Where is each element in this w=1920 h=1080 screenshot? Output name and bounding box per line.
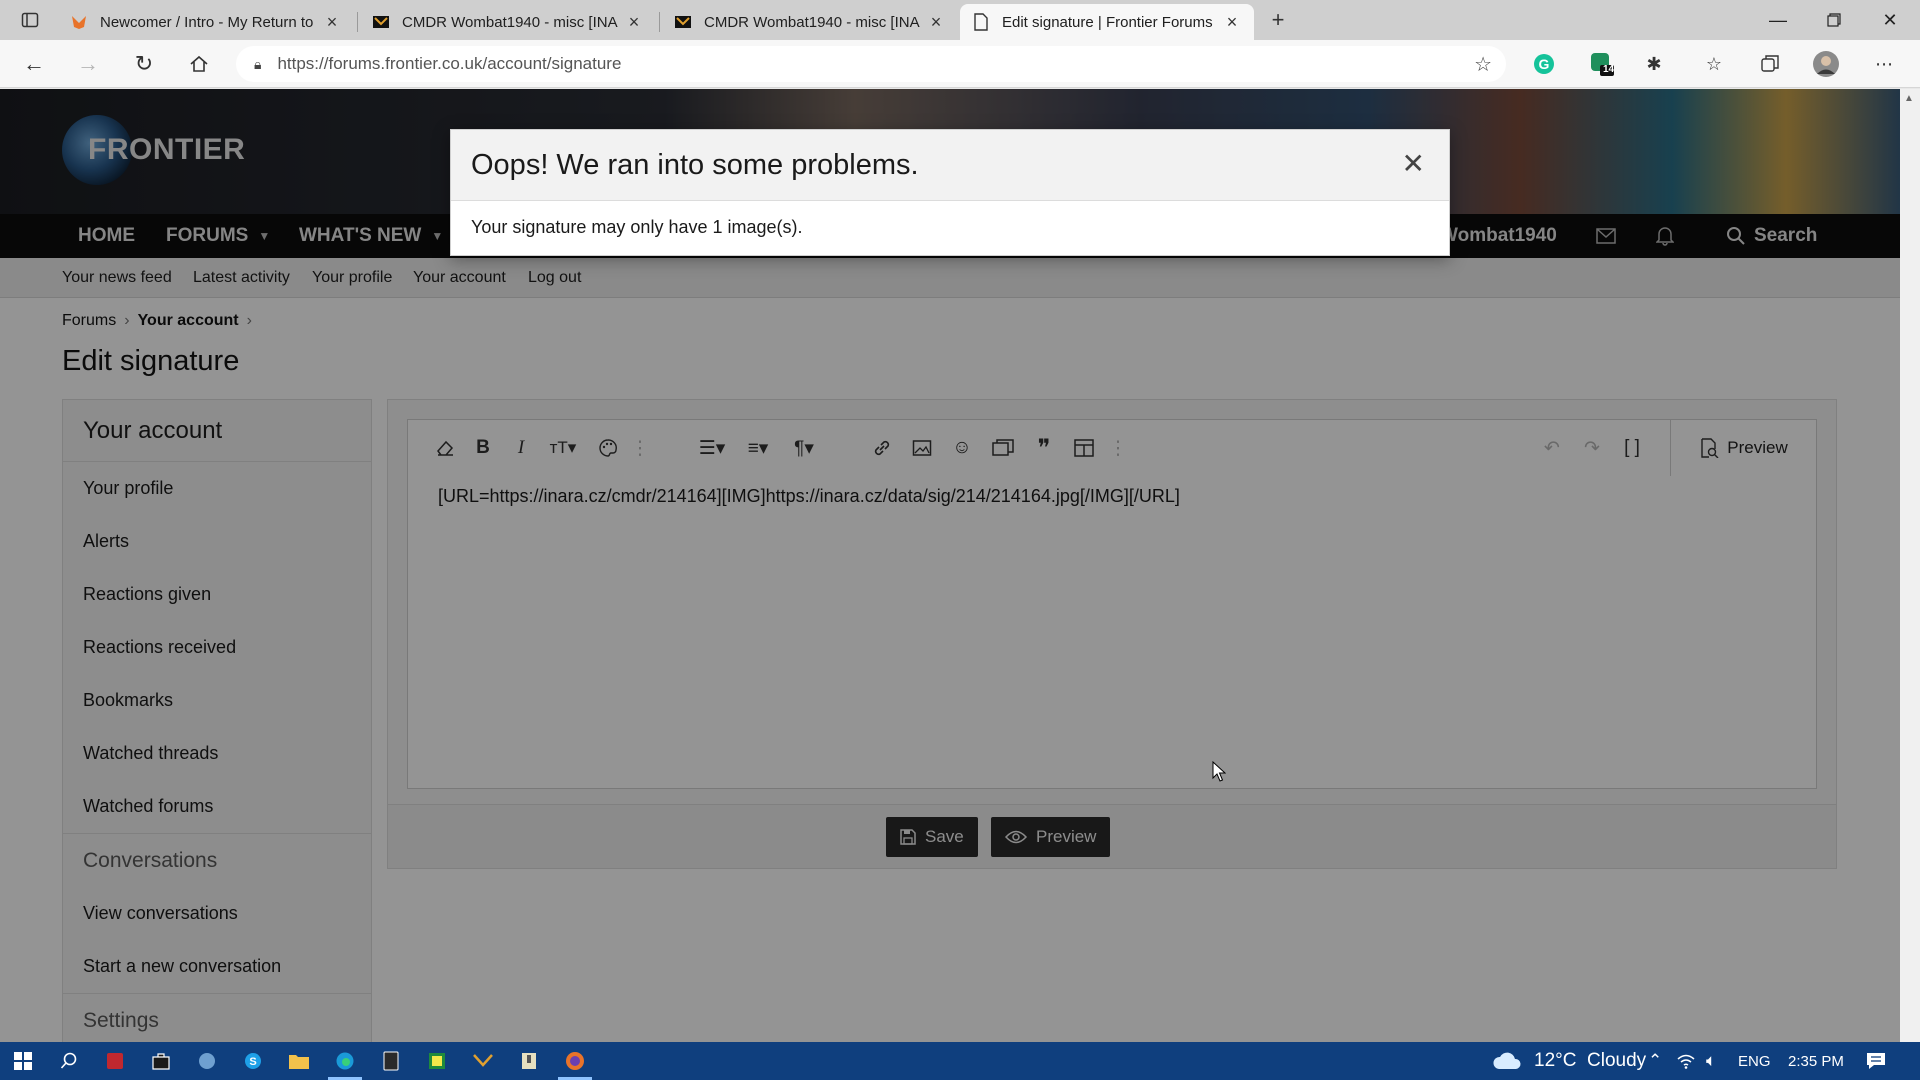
- tab-close-icon[interactable]: ×: [322, 12, 342, 33]
- clock[interactable]: 2:35 PM: [1788, 1042, 1844, 1080]
- calculator-icon[interactable]: [368, 1042, 414, 1080]
- new-tab-icon[interactable]: +: [1262, 4, 1294, 36]
- windows-start-icon[interactable]: [0, 1042, 46, 1080]
- weather-text: 12°C Cloudy: [1534, 1050, 1647, 1071]
- spreadsheet-icon[interactable]: [414, 1042, 460, 1080]
- language-indicator[interactable]: ENG: [1738, 1042, 1771, 1080]
- svg-text:G: G: [1539, 56, 1550, 72]
- forward-icon[interactable]: →: [72, 48, 104, 80]
- tab-inara-2[interactable]: CMDR Wombat1940 - misc [INA ×: [662, 4, 958, 40]
- url-text: https://forums.frontier.co.uk/account/si…: [277, 54, 622, 73]
- page-viewport: FRONTIER HOME FORUMS ▼ WHAT'S NEW ▼ Wombat…: [0, 89, 1900, 1042]
- inara-taskbar-icon[interactable]: [460, 1042, 506, 1080]
- wifi-icon[interactable]: [1676, 1042, 1696, 1080]
- tab-title: Edit signature | Frontier Forums: [1002, 13, 1213, 31]
- firefox-fox-icon: [70, 13, 88, 31]
- file-explorer-icon[interactable]: [276, 1042, 322, 1080]
- tab-title: CMDR Wombat1940 - misc [INA: [402, 13, 618, 31]
- volume-icon[interactable]: 🔈︎: [1706, 1042, 1716, 1080]
- show-hidden-icons-icon[interactable]: ⌃: [1648, 1042, 1662, 1080]
- browser-tab-bar: Newcomer / Intro - My Return to × CMDR W…: [0, 0, 1920, 40]
- tab-divider: [357, 12, 358, 32]
- inara-icon: [372, 13, 390, 31]
- mouse-cursor-icon: [1212, 760, 1227, 788]
- restore-icon[interactable]: [1806, 0, 1862, 40]
- tab-newcomer[interactable]: Newcomer / Intro - My Return to ×: [58, 4, 354, 40]
- tab-divider: [659, 12, 660, 32]
- error-dialog-title: Oops! We ran into some problems.: [451, 130, 1449, 201]
- page-scrollbar[interactable]: ▲: [1900, 89, 1920, 1042]
- address-bar-row: ← → ↻ 🔒︎ https://forums.frontier.co.uk/a…: [0, 40, 1920, 88]
- app-icon-globe[interactable]: [184, 1042, 230, 1080]
- extension-badge-icon[interactable]: 14: [1588, 50, 1616, 78]
- app-icon-red[interactable]: [92, 1042, 138, 1080]
- lock-icon[interactable]: 🔒︎: [254, 56, 261, 73]
- cloud-icon: [1493, 1052, 1521, 1069]
- tab-close-icon[interactable]: ×: [926, 12, 946, 33]
- weather-widget[interactable]: 12°C Cloudy: [1492, 1042, 1646, 1080]
- skype-icon[interactable]: S: [230, 1042, 276, 1080]
- close-icon[interactable]: ✕: [1402, 150, 1425, 178]
- favorite-star-icon[interactable]: ☆: [1474, 52, 1492, 77]
- url-field[interactable]: 🔒︎ https://forums.frontier.co.uk/account…: [236, 46, 1506, 82]
- tab-edit-signature[interactable]: Edit signature | Frontier Forums ×: [960, 4, 1254, 40]
- more-menu-icon[interactable]: ⋯: [1870, 50, 1898, 78]
- close-window-icon[interactable]: ✕: [1862, 0, 1918, 40]
- grammarly-icon[interactable]: G: [1530, 50, 1558, 78]
- profile-avatar[interactable]: [1812, 50, 1840, 78]
- store-icon[interactable]: [138, 1042, 184, 1080]
- error-dialog: Oops! We ran into some problems. ✕ Your …: [450, 129, 1450, 256]
- search-icon[interactable]: [46, 1042, 92, 1080]
- tab-title: Newcomer / Intro - My Return to: [100, 13, 314, 31]
- home-icon[interactable]: [183, 48, 215, 80]
- refresh-icon[interactable]: ↻: [128, 48, 160, 80]
- tab-title: CMDR Wombat1940 - misc [INA: [704, 13, 920, 31]
- tab-close-icon[interactable]: ×: [624, 12, 644, 33]
- tab-actions-icon[interactable]: [14, 4, 46, 36]
- edge-icon[interactable]: [322, 1042, 368, 1080]
- windows-taskbar: S 12°C Cloudy ⌃ 🔈︎ ENG 2:35 PM: [0, 1042, 1920, 1080]
- minimize-icon[interactable]: —: [1750, 0, 1806, 40]
- favorites-icon[interactable]: ☆: [1700, 50, 1728, 78]
- extensions-puzzle-icon[interactable]: ✱: [1640, 50, 1668, 78]
- error-dialog-message: Your signature may only have 1 image(s).: [471, 217, 803, 237]
- tab-close-icon[interactable]: ×: [1222, 12, 1242, 33]
- back-icon[interactable]: ←: [18, 48, 50, 80]
- collections-icon[interactable]: [1756, 50, 1784, 78]
- notification-center-icon[interactable]: [1866, 1042, 1886, 1080]
- scroll-up-icon[interactable]: ▲: [1904, 93, 1914, 104]
- inara-icon: [674, 13, 692, 31]
- extension-badge-count: 14: [1603, 64, 1615, 75]
- firefox-icon[interactable]: [552, 1042, 598, 1080]
- archive-icon[interactable]: [506, 1042, 552, 1080]
- tab-inara-1[interactable]: CMDR Wombat1940 - misc [INA ×: [360, 4, 656, 40]
- svg-text:S: S: [249, 1056, 256, 1068]
- page-icon: [972, 13, 990, 31]
